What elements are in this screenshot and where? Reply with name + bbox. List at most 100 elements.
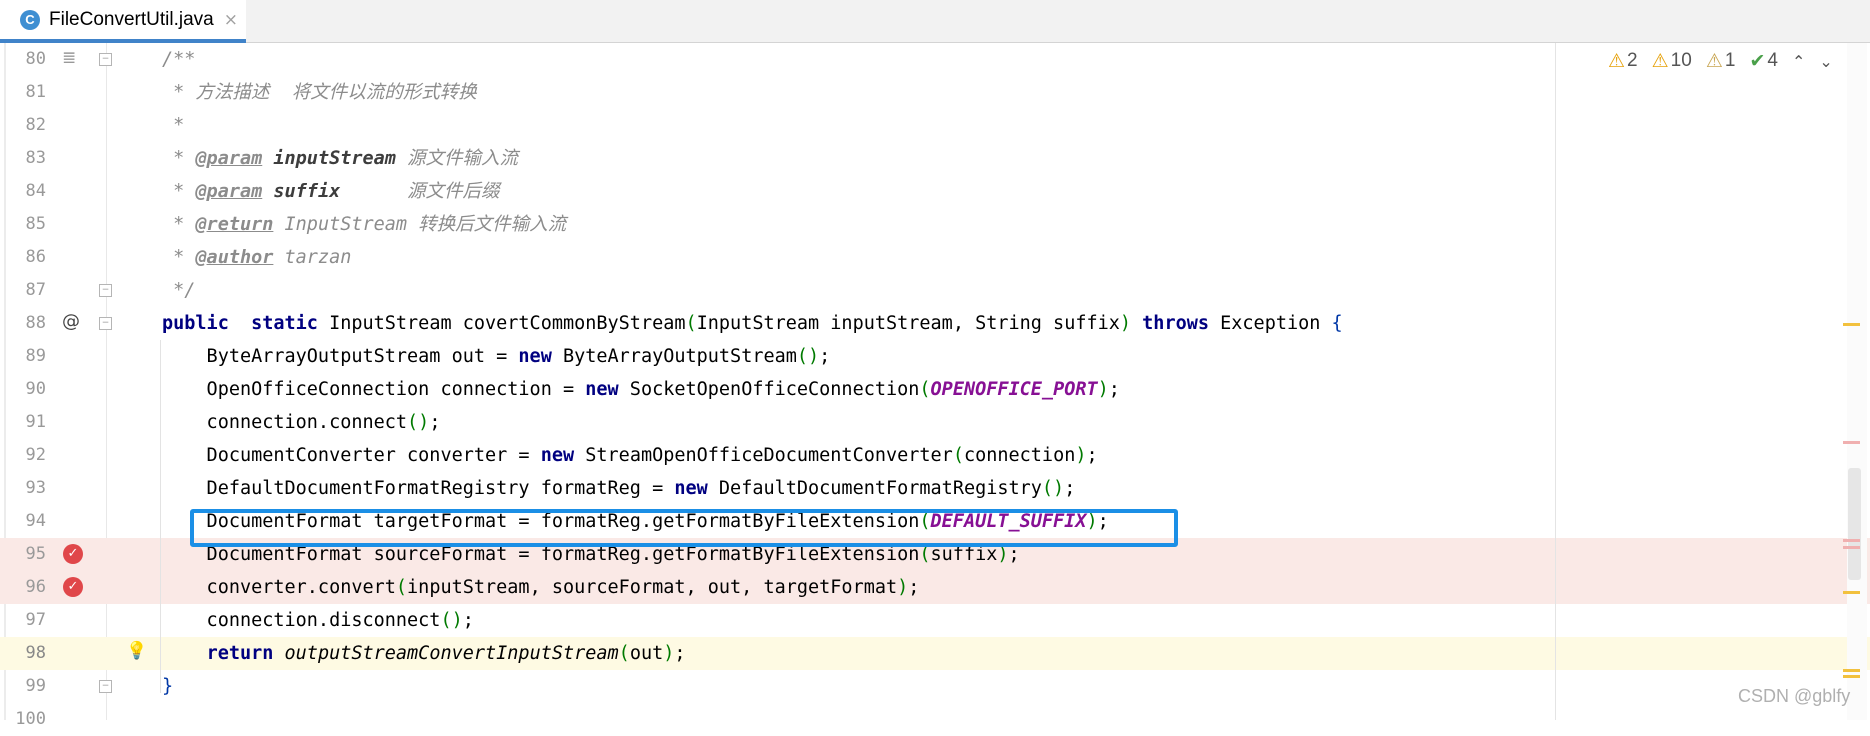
code-text[interactable]: * @return InputStream 转换后文件输入流 [162, 208, 566, 241]
fold-icon[interactable]: − [99, 317, 112, 330]
code-token: ( [395, 577, 408, 598]
fold-icon[interactable]: − [99, 284, 112, 297]
error-stripe-marker[interactable] [1843, 441, 1860, 444]
code-text[interactable]: * 方法描述 将文件以流的形式转换 [162, 76, 477, 109]
tab-fileconvertutil[interactable]: C FileConvertUtil.java × [0, 0, 246, 43]
code-line[interactable]: 89 ByteArrayOutputStream out = new ByteA… [0, 340, 1870, 373]
line-number[interactable]: 81 [0, 76, 46, 109]
code-token: * [162, 181, 196, 202]
line-number[interactable]: 87 [0, 274, 46, 307]
code-line[interactable]: 91 connection.connect(); [0, 406, 1870, 439]
code-text[interactable]: public static InputStream covertCommonBy… [162, 307, 1343, 340]
code-line[interactable]: 96 ✓ converter.convert(inputStream, sourc… [0, 571, 1870, 604]
line-number[interactable]: 97 [0, 604, 46, 637]
code-line[interactable]: 85 * @return InputStream 转换后文件输入流 [0, 208, 1870, 241]
code-token: ByteArrayOutputStream [551, 346, 797, 367]
at-annotation-icon[interactable]: @ [62, 311, 80, 332]
line-number[interactable]: 90 [0, 373, 46, 406]
lightbulb-icon[interactable]: 💡 [126, 641, 147, 661]
code-text[interactable]: * @param suffix 源文件后缀 [162, 175, 500, 208]
error-stripe-marker[interactable] [1843, 539, 1860, 542]
code-line[interactable]: 98 💡 return outputStreamConvertInputStrea… [0, 637, 1870, 670]
scrollbar-thumb[interactable] [1848, 468, 1861, 580]
code-token: ; [1064, 478, 1076, 499]
code-text[interactable]: connection.connect(); [162, 406, 441, 439]
editor-tab-bar: C FileConvertUtil.java × [0, 0, 1870, 43]
close-icon[interactable]: × [224, 10, 238, 30]
code-text[interactable]: converter.convert(inputStream, sourceFor… [162, 571, 920, 604]
code-line[interactable]: 84 * @param suffix 源文件后缀 [0, 175, 1870, 208]
code-token: suffix [273, 181, 341, 202]
next-highlight-icon[interactable]: ⌄ [1819, 52, 1832, 71]
line-number[interactable]: 92 [0, 439, 46, 472]
line-number[interactable]: 93 [0, 472, 46, 505]
code-text[interactable]: * @author tarzan [162, 241, 351, 274]
code-line[interactable]: 81 * 方法描述 将文件以流的形式转换 [0, 76, 1870, 109]
line-number[interactable]: 98 [0, 637, 46, 670]
line-number[interactable]: 85 [0, 208, 46, 241]
warning-count[interactable]: ⚠ 10 [1652, 50, 1692, 73]
code-line[interactable]: 87 − */ [0, 274, 1870, 307]
line-number[interactable]: 91 [0, 406, 46, 439]
line-number[interactable]: 95 [0, 538, 46, 571]
code-text[interactable]: * @param inputStream 源文件输入流 [162, 142, 518, 175]
code-text[interactable]: OpenOfficeConnection connection = new So… [162, 373, 1120, 406]
breakpoint-icon[interactable]: ✓ [63, 577, 83, 597]
line-number[interactable]: 89 [0, 340, 46, 373]
code-line[interactable]: 90 OpenOfficeConnection connection = new… [0, 373, 1870, 406]
doc-render-icon[interactable]: ≣ [62, 48, 76, 68]
code-text[interactable]: DocumentConverter converter = new Stream… [162, 439, 1098, 472]
line-number[interactable]: 80 [0, 43, 46, 76]
code-line[interactable]: 82 * [0, 109, 1870, 142]
typo-count[interactable]: ✔ 4 [1749, 50, 1778, 73]
fold-icon[interactable]: − [99, 680, 112, 693]
code-text[interactable]: connection.disconnect(); [162, 604, 474, 637]
code-text[interactable]: DefaultDocumentFormatRegistry formatReg … [162, 472, 1076, 505]
line-number[interactable]: 88 [0, 307, 46, 340]
code-line[interactable]: 99 −} [0, 670, 1870, 703]
line-number[interactable]: 99 [0, 670, 46, 703]
code-token: public [162, 313, 229, 334]
error-stripe-marker[interactable] [1843, 546, 1860, 549]
warning-stripe-marker[interactable] [1843, 669, 1860, 672]
code-text[interactable]: /** [162, 43, 195, 76]
line-number[interactable]: 84 [0, 175, 46, 208]
error-count[interactable]: ⚠ 2 [1608, 50, 1638, 73]
code-line[interactable]: 88 − @ public static InputStream covertComm… [0, 307, 1870, 340]
code-line[interactable]: 86 * @author tarzan [0, 241, 1870, 274]
line-number[interactable]: 96 [0, 571, 46, 604]
warning-stripe-marker[interactable] [1843, 591, 1860, 594]
code-text[interactable]: */ [162, 274, 195, 307]
code-token: ByteArrayOutputStream out = [162, 346, 519, 367]
scrollbar-track[interactable] [1847, 43, 1867, 720]
previous-highlight-icon[interactable]: ⌃ [1792, 52, 1805, 71]
breakpoint-icon[interactable]: ✓ [63, 544, 83, 564]
code-text[interactable]: return outputStreamConvertInputStream(ou… [162, 637, 686, 670]
inspection-widget[interactable]: ⚠ 2 ⚠ 10 ⚠ 1 ✔ 4 ⌃ ⌄ [1608, 49, 1833, 73]
code-token: 源文件后缀 [340, 181, 500, 202]
line-number[interactable]: 86 [0, 241, 46, 274]
right-margin-guide [1555, 43, 1556, 720]
code-line[interactable]: 92 DocumentConverter converter = new Str… [0, 439, 1870, 472]
weak-warning-count[interactable]: ⚠ 1 [1706, 50, 1736, 73]
line-number[interactable]: 82 [0, 109, 46, 142]
code-text[interactable]: } [162, 670, 173, 703]
code-line[interactable]: 93 DefaultDocumentFormatRegistry formatR… [0, 472, 1870, 505]
code-token: /** [162, 49, 196, 70]
code-text[interactable]: ByteArrayOutputStream out = new ByteArra… [162, 340, 831, 373]
fold-icon[interactable]: − [99, 53, 112, 66]
code-line[interactable]: 83 * @param inputStream 源文件输入流 [0, 142, 1870, 175]
code-token: ; [908, 577, 920, 598]
code-line[interactable]: 97 connection.disconnect(); [0, 604, 1870, 637]
warning-stripe-marker[interactable] [1843, 675, 1860, 678]
code-editor[interactable]: 80− ≣/** 81 * 方法描述 将文件以流的形式转换 82 * 83 * @par… [0, 43, 1870, 729]
code-text[interactable]: * [162, 109, 184, 142]
line-number[interactable]: 94 [0, 505, 46, 538]
warning-stripe-marker[interactable] [1843, 323, 1860, 326]
code-line[interactable]: 80 − ≣ /** [0, 43, 1870, 76]
watermark: CSDN @gblfy [1738, 686, 1851, 706]
line-number[interactable]: 83 [0, 142, 46, 175]
